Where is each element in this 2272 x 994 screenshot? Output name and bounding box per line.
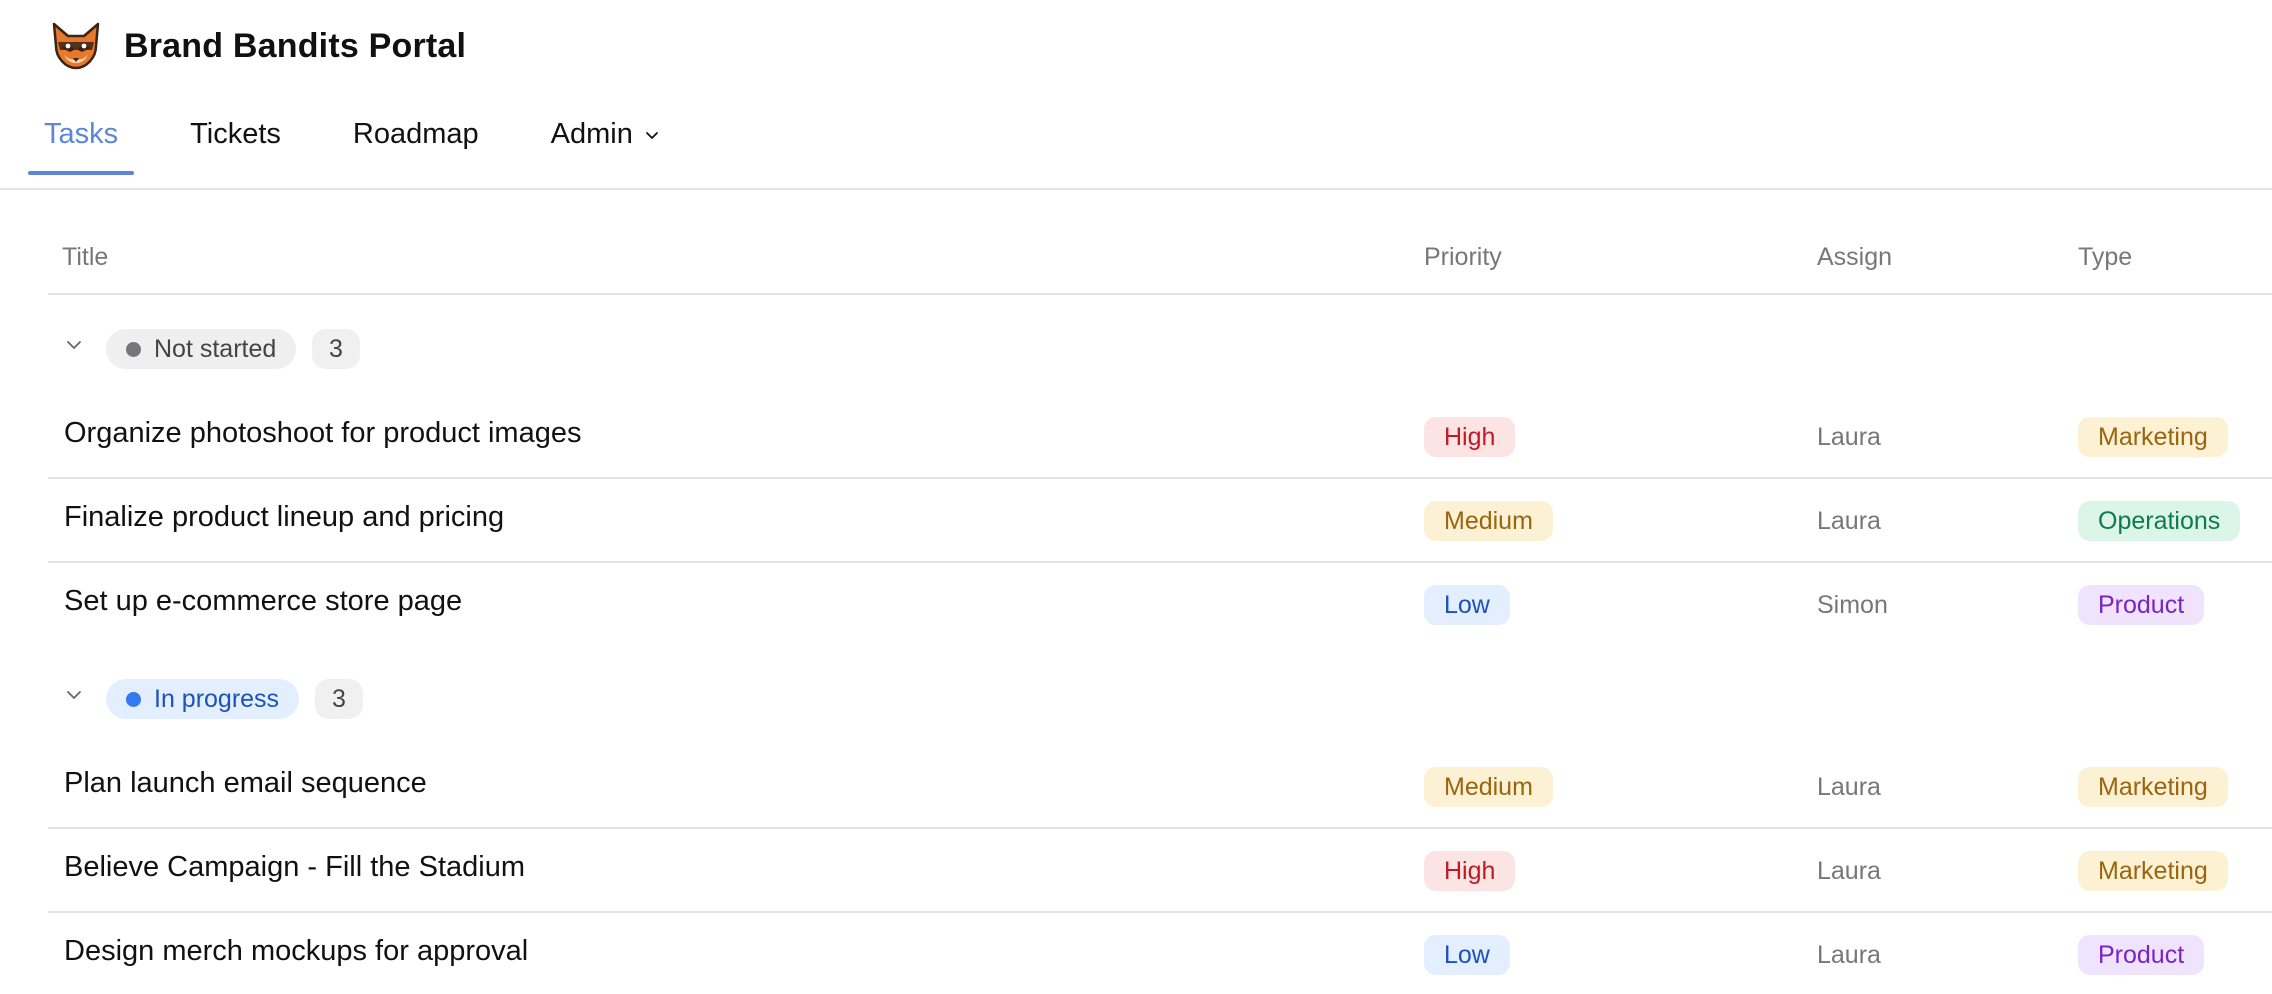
- group-header: Not started 3: [48, 295, 2272, 395]
- tasks-table: Title Priority Assign Type Not started 3…: [48, 225, 2272, 994]
- table-row[interactable]: Organize photoshoot for product images Hi…: [48, 395, 2272, 479]
- chevron-down-icon[interactable]: [64, 685, 84, 705]
- assignee[interactable]: Laura: [1817, 857, 1881, 886]
- table-header: Title Priority Assign Type: [48, 225, 2272, 295]
- assignee[interactable]: Laura: [1817, 423, 1881, 452]
- tab-label: Roadmap: [352, 118, 479, 150]
- table-row[interactable]: Design merch mockups for approval Low Laur…: [48, 913, 2272, 994]
- tabs-divider: [0, 188, 2272, 190]
- page: Brand Bandits Portal Tasks Tickets Roadm…: [0, 0, 2272, 994]
- group-count-badge: 3: [312, 329, 360, 369]
- tab-admin[interactable]: Admin: [535, 106, 677, 175]
- status-label: In progress: [154, 684, 280, 713]
- table-row[interactable]: Finalize product lineup and pricing Mediu…: [48, 479, 2272, 563]
- table-row[interactable]: Set up e-commerce store page Low Simon Prod…: [48, 563, 2272, 645]
- brand-header: Brand Bandits Portal: [50, 18, 466, 74]
- type-badge[interactable]: Marketing: [2078, 767, 2228, 807]
- tab-label: Tasks: [44, 118, 119, 150]
- priority-badge[interactable]: High: [1424, 417, 1516, 457]
- task-title[interactable]: Design merch mockups for approval: [64, 935, 528, 968]
- type-badge[interactable]: Operations: [2078, 501, 2241, 541]
- task-title[interactable]: Finalize product lineup and pricing: [64, 501, 504, 534]
- type-badge[interactable]: Marketing: [2078, 417, 2228, 457]
- group-not-started: Not started 3 Organize photoshoot for pr…: [48, 295, 2272, 645]
- type-badge[interactable]: Product: [2078, 585, 2205, 625]
- priority-badge[interactable]: Medium: [1424, 767, 1553, 807]
- status-label: Not started: [154, 334, 277, 363]
- group-rows: Organize photoshoot for product images Hi…: [48, 395, 2272, 645]
- priority-badge[interactable]: Low: [1424, 585, 1510, 625]
- chevron-down-icon: [645, 131, 658, 139]
- assignee[interactable]: Laura: [1817, 941, 1881, 970]
- status-dot-icon: [126, 341, 141, 357]
- tab-tasks[interactable]: Tasks: [28, 106, 135, 175]
- column-header-assign[interactable]: Assign: [1817, 243, 1892, 272]
- task-title[interactable]: Set up e-commerce store page: [64, 585, 462, 618]
- app-title: Brand Bandits Portal: [124, 26, 467, 65]
- status-dot-icon: [126, 691, 141, 707]
- task-title[interactable]: Organize photoshoot for product images: [64, 417, 581, 450]
- type-badge[interactable]: Marketing: [2078, 851, 2228, 891]
- assignee[interactable]: Simon: [1817, 591, 1888, 620]
- group-in-progress: In progress 3 Plan launch email sequence…: [48, 645, 2272, 994]
- column-header-priority[interactable]: Priority: [1424, 243, 1502, 272]
- task-title[interactable]: Plan launch email sequence: [64, 767, 427, 800]
- status-pill: In progress: [106, 679, 300, 719]
- assignee[interactable]: Laura: [1817, 773, 1881, 802]
- tab-label: Admin: [550, 118, 633, 150]
- column-header-title[interactable]: Title: [62, 243, 108, 272]
- type-badge[interactable]: Product: [2078, 935, 2205, 975]
- group-rows: Plan launch email sequence Medium Laura Mar…: [48, 745, 2272, 994]
- chevron-down-icon[interactable]: [64, 335, 84, 355]
- group-header: In progress 3: [48, 645, 2272, 745]
- main-tabs: Tasks Tickets Roadmap Admin: [28, 106, 717, 176]
- column-header-type[interactable]: Type: [2078, 243, 2132, 272]
- priority-badge[interactable]: Medium: [1424, 501, 1553, 541]
- tab-label: Tickets: [190, 118, 281, 150]
- table-row[interactable]: Plan launch email sequence Medium Laura Mar…: [48, 745, 2272, 829]
- group-count-badge: 3: [315, 679, 363, 719]
- table-row[interactable]: Believe Campaign - Fill the Stadium High L…: [48, 829, 2272, 913]
- task-title[interactable]: Believe Campaign - Fill the Stadium: [64, 851, 525, 884]
- tab-tickets[interactable]: Tickets: [174, 106, 297, 175]
- priority-badge[interactable]: High: [1424, 851, 1516, 891]
- fox-logo-icon: [52, 22, 100, 70]
- status-pill: Not started: [106, 329, 297, 369]
- assignee[interactable]: Laura: [1817, 507, 1881, 536]
- priority-badge[interactable]: Low: [1424, 935, 1510, 975]
- tab-roadmap[interactable]: Roadmap: [337, 106, 495, 175]
